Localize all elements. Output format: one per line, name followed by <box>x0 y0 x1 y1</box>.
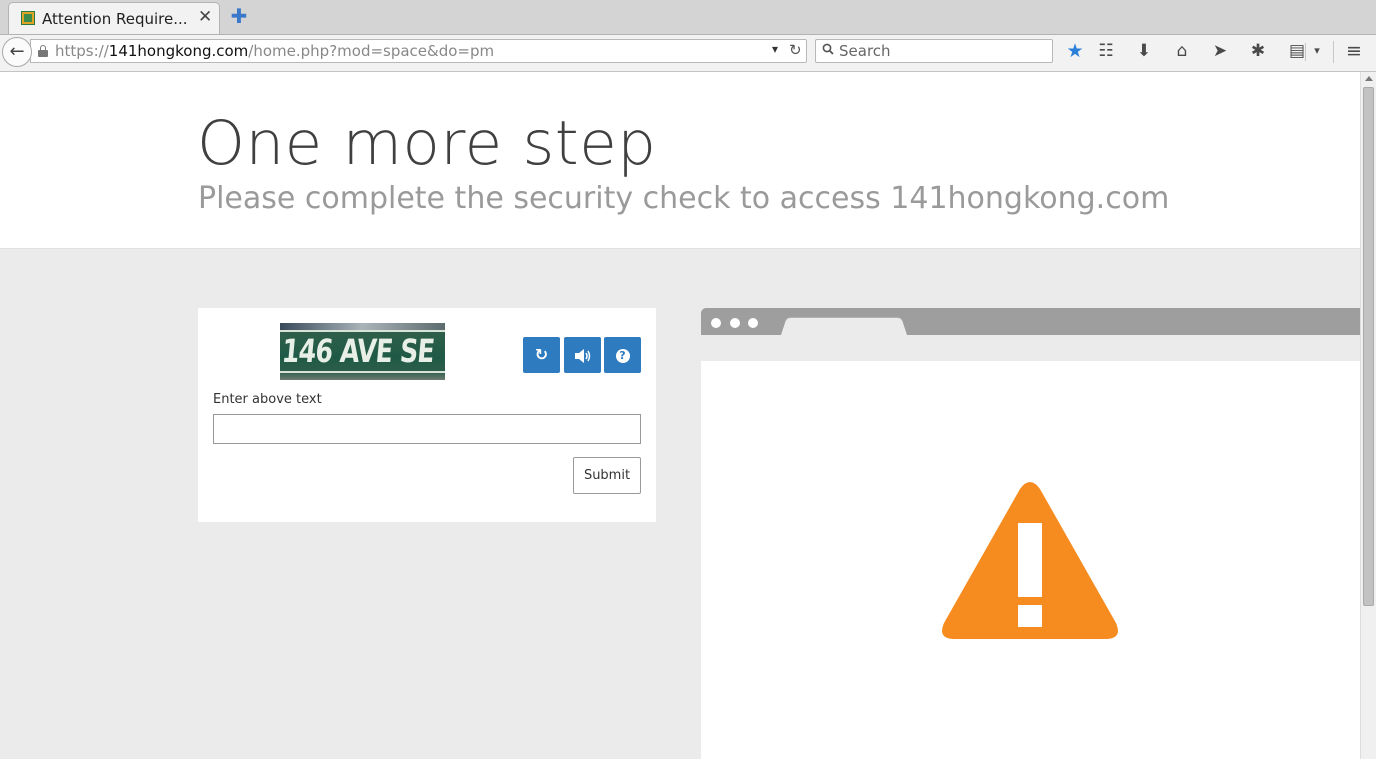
search-bar[interactable] <box>815 39 1053 63</box>
window-dot <box>730 318 740 328</box>
scroll-up-arrow-icon[interactable] <box>1365 76 1373 81</box>
illustration-content <box>701 361 1360 759</box>
tab-title: Attention Require... <box>42 10 188 28</box>
search-icon <box>822 43 834 59</box>
clipboard-dropdown-icon[interactable]: ▾ <box>1310 40 1324 62</box>
back-arrow-icon: ← <box>9 41 25 62</box>
speaker-icon <box>574 348 590 363</box>
send-icon[interactable]: ➤ <box>1208 40 1232 62</box>
refresh-icon: ↻ <box>534 345 549 364</box>
url-text[interactable]: https://141hongkong.com/home.php?mod=spa… <box>55 42 494 60</box>
url-bar[interactable]: https://141hongkong.com/home.php?mod=spa… <box>30 39 807 63</box>
toolbar-divider <box>1333 41 1334 63</box>
page-header: One more step Please complete the securi… <box>0 72 1360 249</box>
page-title: One more step <box>197 108 657 179</box>
search-input[interactable] <box>839 42 1044 60</box>
reload-icon[interactable]: ↻ <box>789 41 802 59</box>
downloads-icon[interactable]: ⬇ <box>1132 40 1156 62</box>
new-tab-icon[interactable]: ✚ <box>228 5 250 27</box>
site-favicon-icon <box>21 11 35 25</box>
url-path: /home.php?mod=space&do=pm <box>248 42 495 60</box>
lock-icon[interactable] <box>38 45 48 57</box>
bookmark-star-icon[interactable]: ★ <box>1063 40 1087 62</box>
browser-illustration <box>701 308 1360 759</box>
page-viewport: One more step Please complete the securi… <box>0 72 1360 759</box>
reading-list-icon[interactable]: ☷ <box>1094 40 1118 62</box>
hamburger-menu-icon[interactable]: ≡ <box>1342 40 1366 62</box>
tab-close-icon[interactable]: ✕ <box>198 7 212 27</box>
captcha-image: 146 AVE SE <box>280 323 445 380</box>
audio-captcha-button[interactable] <box>564 337 601 373</box>
illustration-tab <box>781 317 907 335</box>
warning-icon <box>942 482 1118 639</box>
extension-icon[interactable]: ✱ <box>1246 40 1270 62</box>
help-icon: ? <box>615 348 630 363</box>
url-history-dropdown-icon[interactable]: ▾ <box>772 42 778 56</box>
captcha-input[interactable] <box>213 414 641 444</box>
refresh-captcha-button[interactable]: ↻ <box>523 337 560 373</box>
navigation-toolbar: https://141hongkong.com/home.php?mod=spa… <box>0 35 1376 72</box>
illustration-titlebar <box>701 308 1360 335</box>
page-scrollbar[interactable] <box>1360 72 1376 759</box>
window-dot <box>748 318 758 328</box>
illustration-toolbar <box>701 335 1360 361</box>
back-button[interactable]: ← <box>2 37 32 67</box>
url-scheme: https:// <box>55 42 109 60</box>
window-dot <box>711 318 721 328</box>
captcha-input-label: Enter above text <box>213 392 322 407</box>
home-icon[interactable]: ⌂ <box>1170 40 1194 62</box>
browser-tab[interactable]: Attention Require... ✕ <box>8 2 220 34</box>
scrollbar-thumb[interactable] <box>1363 87 1374 606</box>
submit-button[interactable]: Submit <box>573 457 641 494</box>
tab-strip: Attention Require... ✕ ✚ <box>0 0 1376 35</box>
captcha-help-button[interactable]: ? <box>604 337 641 373</box>
page-subtitle: Please complete the security check to ac… <box>198 181 1170 216</box>
url-domain: 141hongkong.com <box>108 42 249 60</box>
captcha-card: 146 AVE SE ↻ ? Enter above text Submit <box>198 308 656 522</box>
captcha-image-text: 146 AVE SE <box>280 332 436 370</box>
toolbar-divider <box>1305 43 1306 61</box>
